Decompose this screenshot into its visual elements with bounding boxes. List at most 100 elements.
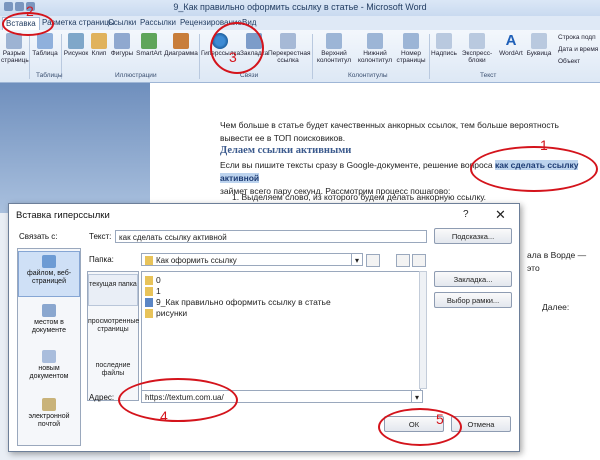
new-document-icon [42, 350, 56, 363]
smartart-button[interactable]: SmartArt [135, 33, 163, 57]
picture-button[interactable]: Рисунок [63, 33, 89, 57]
ribbon-separator [199, 34, 200, 79]
smartart-icon [141, 33, 157, 49]
browse-file-icon[interactable] [412, 254, 426, 267]
title-bar: 9_Как правильно оформить ссылку в статье… [0, 0, 600, 17]
group-label-header-footer: Колонтитулы [348, 72, 388, 79]
picture-icon [68, 33, 84, 49]
folder-icon [145, 287, 153, 297]
annotation-number: 5 [436, 411, 444, 427]
link-to-file-webpage[interactable]: файлом, веб-страницей [18, 251, 80, 297]
web-page-icon [42, 255, 56, 268]
up-folder-icon[interactable] [366, 254, 380, 267]
address-dropdown-icon[interactable]: ▾ [411, 390, 423, 403]
group-label-text: Текст [480, 72, 497, 79]
quick-parts-icon [469, 33, 485, 49]
footer-button[interactable]: Нижний колонтитул [356, 33, 394, 64]
annotation-circle [118, 378, 238, 422]
shapes-button[interactable]: Фигуры [109, 33, 135, 57]
cross-reference-icon [280, 33, 296, 49]
folder-icon [145, 309, 153, 319]
list-item[interactable]: 9_Как правильно оформить ссылку в статье [145, 297, 331, 308]
text-to-display-input[interactable]: как сделать ссылку активной [115, 230, 427, 243]
ribbon-separator [429, 34, 430, 79]
table-icon [37, 33, 53, 49]
header-button[interactable]: Верхний колонтитул [314, 33, 354, 64]
tab-mailings[interactable]: Рассылки [140, 17, 176, 29]
link-to-email[interactable]: электронной почтой [18, 395, 80, 439]
screentip-button[interactable]: Подсказка... [434, 228, 512, 244]
text-label: Текст: [89, 232, 112, 241]
bookmark-dialog-button[interactable]: Закладка... [434, 271, 512, 287]
shapes-icon [114, 33, 130, 49]
folder-label: Папка: [89, 255, 114, 264]
tab-references[interactable]: Ссылки [108, 17, 136, 29]
list-item[interactable]: рисунки [145, 308, 187, 319]
group-label-illustrations: Иллюстрации [115, 72, 157, 79]
document-text-fragment: ала в Ворде — это [527, 250, 587, 273]
page-break-button[interactable]: Разрыв страницы [1, 33, 30, 64]
quick-parts-button[interactable]: Экспресс-блоки [457, 33, 497, 64]
document-text-fragment: Далее: [542, 302, 570, 312]
annotation-circle [470, 146, 598, 192]
group-label-tables: Таблицы [36, 72, 63, 79]
folder-icon [145, 276, 153, 286]
ribbon-separator [29, 34, 30, 79]
wordart-button[interactable]: A WordArt [498, 32, 524, 58]
list-item[interactable]: 1 [145, 286, 161, 297]
folder-select[interactable]: Как оформить ссылку [141, 253, 353, 266]
chart-button[interactable]: Диаграмма [164, 33, 198, 57]
browse-web-icon[interactable] [396, 254, 410, 267]
window-title: 9_Как правильно оформить ссылку в статье… [173, 2, 427, 12]
link-to-bar: файлом, веб-страницей местом в документе… [17, 248, 81, 446]
address-label: Адрес: [89, 393, 115, 402]
ribbon-separator [312, 34, 313, 79]
wordart-icon: A [505, 32, 517, 49]
link-to-place-in-document[interactable]: местом в документе [18, 301, 80, 345]
file-list: 0 1 9_Как правильно оформить ссылку в ст… [141, 271, 421, 391]
document-heading: Делаем ссылки активными [220, 145, 352, 156]
link-to-label: Связать с: [19, 232, 58, 241]
document-place-icon [42, 304, 56, 317]
page-number-button[interactable]: Номер страницы [396, 33, 426, 64]
clipart-icon [91, 33, 107, 49]
navigation-strip [0, 83, 150, 213]
ribbon-tabs: Вставка Разметка страницы Ссылки Рассылк… [0, 16, 600, 31]
signature-line-command[interactable]: Строка подп [558, 34, 596, 41]
clipart-button[interactable]: Клип [89, 33, 109, 57]
word-document-icon [145, 298, 153, 308]
annotation-number: 3 [229, 49, 237, 65]
folder-dropdown-icon[interactable]: ▾ [351, 253, 363, 266]
look-in-bar: текущая папка просмотренные страницы пос… [87, 271, 139, 401]
folder-icon [145, 256, 153, 265]
ribbon: Разрыв страницы Таблица Рисунок Клип Фиг… [0, 30, 600, 83]
cross-reference-button[interactable]: Перекрестная ссылка [268, 33, 311, 64]
object-command[interactable]: Объект [558, 58, 580, 65]
annotation-number: 2 [26, 3, 34, 19]
header-icon [326, 33, 342, 49]
annotation-number: 4 [160, 408, 168, 424]
date-time-command[interactable]: Дата и время [558, 46, 598, 53]
paragraph-1: Чем больше в статье будет качественных а… [220, 120, 559, 143]
text-box-icon [436, 33, 452, 49]
look-in-browsed-pages[interactable]: просмотренные страницы [88, 314, 139, 354]
annotation-circle [210, 22, 264, 74]
close-button[interactable]: ✕ [495, 207, 506, 223]
email-icon [42, 398, 56, 411]
table-button[interactable]: Таблица [32, 33, 58, 57]
link-to-new-document[interactable]: новым документом [18, 347, 80, 391]
file-list-scrollbar[interactable] [419, 271, 427, 389]
drop-cap-button[interactable]: Буквица [524, 33, 554, 57]
target-frame-button[interactable]: Выбор рамки... [434, 292, 512, 308]
look-in-current-folder[interactable]: текущая папка [88, 274, 138, 306]
drop-cap-icon [531, 33, 547, 49]
dialog-title: Вставка гиперссылки [16, 210, 110, 221]
annotation-number: 1 [540, 137, 548, 153]
chart-icon [173, 33, 189, 49]
list-item[interactable]: 0 [145, 275, 161, 286]
footer-icon [367, 33, 383, 49]
annotation-circle [378, 408, 462, 446]
help-button[interactable]: ? [463, 209, 469, 220]
page-number-icon [403, 33, 419, 49]
text-box-button[interactable]: Надпись [431, 33, 457, 57]
